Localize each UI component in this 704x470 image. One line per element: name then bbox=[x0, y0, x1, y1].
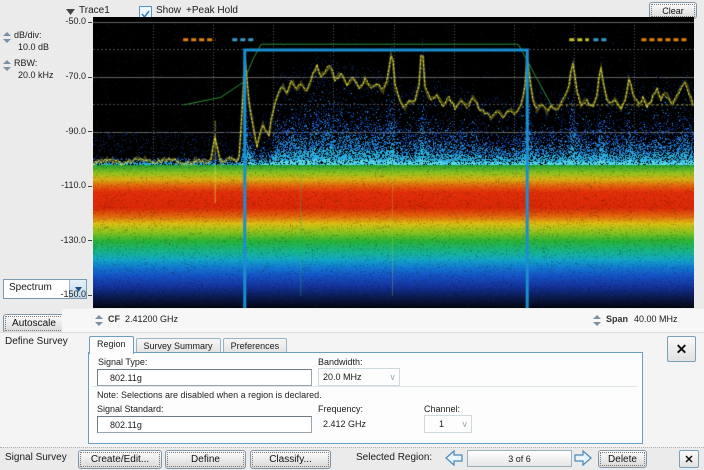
next-region-arrow-icon[interactable] bbox=[573, 449, 593, 467]
y-tick bbox=[88, 186, 92, 187]
span-label: Span bbox=[606, 314, 628, 325]
selected-region-label: Selected Region: bbox=[356, 452, 432, 464]
y-tick-label: -70.0 bbox=[54, 71, 86, 81]
y-tick-label: -110.0 bbox=[54, 180, 86, 190]
define-button[interactable]: Define bbox=[165, 450, 246, 469]
spectrum-analyzer-window: Trace1 Show +Peak Hold Clear dB/div: 10.… bbox=[0, 0, 704, 470]
rbw-value[interactable]: 20.0 kHz bbox=[18, 70, 54, 81]
rbw-label: RBW: bbox=[14, 58, 37, 69]
bandwidth-value: 20.0 MHz bbox=[319, 372, 362, 382]
y-tick-label: -130.0 bbox=[54, 235, 86, 245]
spectrum-canvas[interactable] bbox=[93, 17, 694, 308]
frequency-value: 2.412 GHz bbox=[319, 419, 366, 429]
previous-region-arrow-icon[interactable] bbox=[444, 449, 464, 467]
autoscale-button[interactable]: Autoscale bbox=[3, 314, 65, 333]
y-tick bbox=[88, 77, 92, 78]
span-value[interactable]: 40.00 MHz bbox=[634, 314, 678, 325]
signal-type-label: Signal Type: bbox=[98, 357, 147, 368]
y-tick bbox=[88, 240, 92, 241]
span-spinner-icon[interactable] bbox=[593, 315, 601, 326]
row-separator bbox=[92, 386, 637, 387]
y-tick bbox=[88, 22, 92, 23]
signal-standard-field[interactable]: 802.11g bbox=[97, 416, 312, 433]
y-tick-label: -50.0 bbox=[54, 16, 86, 26]
cf-spinner-icon[interactable] bbox=[95, 315, 103, 326]
classify-button[interactable]: Classify... bbox=[250, 450, 331, 469]
show-label: Show bbox=[156, 5, 181, 17]
cf-value[interactable]: 2.41200 GHz bbox=[125, 314, 178, 325]
y-tick-label: -150.0 bbox=[54, 289, 86, 299]
trace-menu-icon[interactable] bbox=[66, 9, 75, 15]
spectrum-display[interactable] bbox=[93, 17, 694, 308]
signal-survey-label: Signal Survey bbox=[5, 452, 67, 464]
signal-type-field[interactable]: 802.11g bbox=[97, 369, 312, 386]
peak-hold-label[interactable]: +Peak Hold bbox=[186, 5, 238, 17]
region-position-field: 3 of 6 bbox=[467, 450, 572, 467]
db-div-label: dB/div: bbox=[14, 30, 42, 41]
define-survey-label: Define Survey bbox=[5, 336, 68, 348]
db-div-value[interactable]: 10.0 dB bbox=[18, 42, 49, 53]
chevron-down-icon: ∨ bbox=[389, 372, 396, 383]
y-tick bbox=[88, 131, 92, 132]
channel-dropdown[interactable]: 1 ∨ bbox=[424, 415, 472, 433]
tab-region[interactable]: Region bbox=[89, 336, 134, 354]
chevron-down-icon: ∨ bbox=[461, 419, 468, 430]
frequency-label: Frequency: bbox=[318, 404, 363, 415]
frequency-field[interactable]: 2.412 GHz bbox=[318, 415, 412, 433]
y-tick bbox=[88, 295, 92, 296]
cf-label: CF bbox=[108, 314, 120, 325]
region-note: Note: Selections are disabled when a reg… bbox=[97, 390, 322, 401]
y-tick-label: -90.0 bbox=[54, 126, 86, 136]
close-icon: ✕ bbox=[676, 341, 688, 358]
close-icon: ✕ bbox=[684, 453, 693, 466]
db-div-spinner-icon[interactable] bbox=[3, 32, 11, 43]
bandwidth-dropdown[interactable]: 20.0 MHz ∨ bbox=[318, 368, 400, 386]
delete-button[interactable]: Delete bbox=[598, 450, 647, 468]
channel-value: 1 bbox=[425, 419, 444, 429]
channel-label: Channel: bbox=[424, 404, 460, 415]
bandwidth-label: Bandwidth: bbox=[318, 357, 363, 368]
create-edit-button[interactable]: Create/Edit... bbox=[78, 450, 162, 469]
close-survey-button[interactable]: ✕ bbox=[667, 336, 696, 362]
rbw-spinner-icon[interactable] bbox=[3, 60, 11, 71]
signal-standard-label: Signal Standard: bbox=[97, 404, 164, 415]
close-survey-bar-button[interactable]: ✕ bbox=[679, 450, 699, 468]
